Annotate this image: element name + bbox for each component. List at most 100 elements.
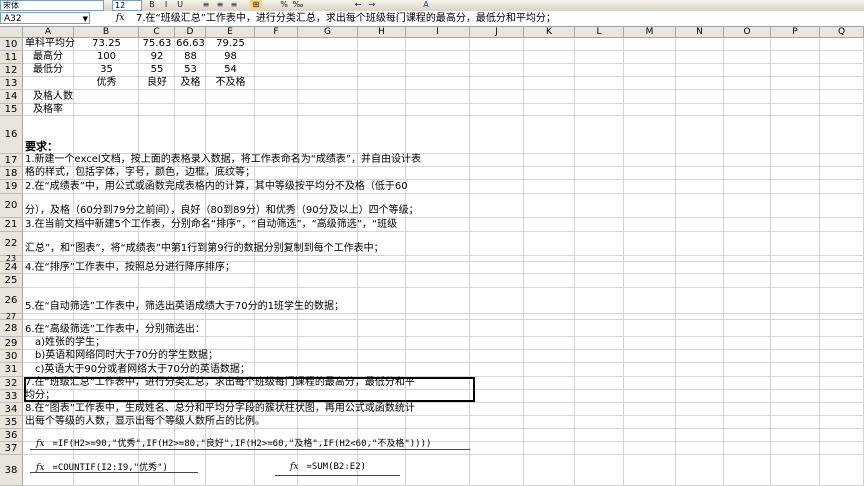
column-header-l[interactable]: L [575, 27, 624, 38]
cell-a30[interactable]: b)英语和网络同时大于70分的学生数据； [35, 350, 218, 362]
row-header-24[interactable]: 24 [0, 262, 23, 274]
font-size-select[interactable]: 12 [112, 0, 142, 11]
sum-formula-text: =SUM(B2:E2) [306, 462, 367, 472]
cell-d10[interactable]: 66.63 [175, 38, 206, 50]
row-header-28[interactable]: 28 [0, 320, 23, 337]
column-header-f[interactable]: F [255, 27, 298, 38]
column-header-e[interactable]: E [206, 27, 255, 38]
align-left-button[interactable]: ≡ [200, 0, 212, 10]
cell-c13[interactable]: 良好 [139, 77, 175, 89]
column-header-b[interactable]: B [74, 27, 139, 38]
column-header-g[interactable]: G [298, 27, 358, 38]
fx-icon[interactable]: fx [116, 12, 124, 24]
cell-a16[interactable]: 要求： [25, 141, 58, 153]
underline-button[interactable]: U [174, 0, 186, 10]
row-header-11[interactable]: 11 [0, 51, 23, 64]
row-header-18[interactable]: 18 [0, 167, 23, 180]
select-all-corner[interactable] [0, 27, 23, 38]
cell-b11[interactable]: 100 [74, 51, 139, 63]
row-header-31[interactable]: 31 [0, 363, 23, 377]
decrease-indent-button[interactable]: ← [352, 0, 364, 10]
cell-a17[interactable]: 1.新建一个excel文档，按上面的表格录入数据，将工作表命名为“成绩表”，并自… [25, 154, 421, 166]
column-header-c[interactable]: C [139, 27, 175, 38]
bold-button[interactable]: B [146, 0, 158, 10]
row-header-12[interactable]: 12 [0, 64, 23, 77]
cell-a21[interactable]: 3.在当前文档中新建5个工作表，分别命名“排序”，“自动筛选”，“高级筛选”，“… [25, 219, 397, 231]
cell-c11[interactable]: 92 [139, 51, 175, 63]
column-header-h[interactable]: H [358, 27, 406, 38]
cell-b10[interactable]: 73.25 [74, 38, 139, 50]
cell-e10[interactable]: 79.25 [206, 38, 255, 50]
row-header-15[interactable]: 15 [0, 104, 23, 116]
cell-a12[interactable]: 最低分 [33, 64, 63, 76]
row-header-20[interactable]: 20 [0, 194, 23, 218]
cell-a18[interactable]: 格的样式，包括字体，字号，颜色，边框，底纹等； [25, 167, 255, 179]
row-header-16[interactable]: 16 [0, 116, 23, 154]
row-header-38[interactable]: 38 [0, 455, 23, 486]
row-header-29[interactable]: 29 [0, 337, 23, 350]
cell-a14[interactable]: 及格人数 [33, 91, 73, 103]
cell-a31[interactable]: c)英语大于90分或者网络大于70分的英语数据； [35, 364, 250, 376]
cell-c12[interactable]: 55 [139, 64, 175, 76]
cell-b13[interactable]: 优秀 [74, 77, 139, 89]
cell-e11[interactable]: 98 [206, 51, 255, 63]
row-header-17[interactable]: 17 [0, 154, 23, 167]
row-header-34[interactable]: 34 [0, 403, 23, 416]
font-name-select[interactable]: 宋体 [0, 0, 104, 11]
cell-d11[interactable]: 88 [175, 51, 206, 63]
font-color-button[interactable]: A [420, 0, 432, 10]
cell-a15[interactable]: 及格率 [33, 104, 63, 116]
percent-style-button[interactable]: % [278, 0, 290, 10]
cell-a34[interactable]: 8.在“图表”工作表中，生成姓名、总分和平均分字段的簇状柱状图，再用公式或函数统… [25, 403, 415, 415]
cell-a26[interactable]: 5.在“自动筛选”工作表中，筛选出英语成绩大于70分的1班学生的数据； [25, 301, 344, 313]
row-header-37[interactable]: 37 [0, 442, 23, 455]
cell-a22[interactable]: 汇总”，和“图表”，将“成绩表”中第1行到第9行的数据分别复制到每个工作表中； [25, 243, 384, 255]
row-header-36[interactable]: 36 [0, 429, 23, 442]
cell-a28[interactable]: 6.在“高级筛选”工作表中，分别筛选出： [25, 324, 205, 336]
cell-d13[interactable]: 及格 [175, 77, 206, 89]
cell-a24[interactable]: 4.在“排序”工作表中，按照总分进行降序排序； [25, 262, 235, 274]
align-center-button[interactable]: ≡ [214, 0, 226, 10]
column-header-i[interactable]: I [406, 27, 470, 38]
row-header-26[interactable]: 26 [0, 288, 23, 314]
row-header-13[interactable]: 13 [0, 77, 23, 90]
cell-e12[interactable]: 54 [206, 64, 255, 76]
cell-a29[interactable]: a)姓张的学生； [35, 337, 105, 349]
column-header-q[interactable]: Q [820, 27, 864, 38]
row-header-30[interactable]: 30 [0, 350, 23, 363]
column-header-j[interactable]: J [470, 27, 524, 38]
cell-a19[interactable]: 2.在“成绩表”中，用公式或函数完成表格内的计算，其中等级按平均分不及格（低于6… [25, 181, 408, 193]
merge-center-button[interactable]: ⊞ [250, 0, 262, 10]
row-header-14[interactable]: 14 [0, 90, 23, 104]
column-header-m[interactable]: M [624, 27, 676, 38]
cell-b12[interactable]: 35 [74, 64, 139, 76]
cell-a11[interactable]: 最高分 [33, 51, 63, 63]
column-header-n[interactable]: N [676, 27, 724, 38]
row-header-19[interactable]: 19 [0, 180, 23, 194]
italic-button[interactable]: I [160, 0, 172, 10]
align-right-button[interactable]: ≡ [228, 0, 240, 10]
increase-indent-button[interactable]: → [366, 0, 378, 10]
cell-c10[interactable]: 75.63 [139, 38, 175, 50]
cell-a10[interactable]: 单科平均分 [25, 38, 75, 50]
row-header-32[interactable]: 32 [0, 377, 23, 390]
column-header-o[interactable]: O [724, 27, 771, 38]
name-box[interactable]: A32 ▼ [0, 12, 90, 24]
column-header-d[interactable]: D [175, 27, 206, 38]
cell-a20[interactable]: 分），及格（60分到79分之前间），良好（80到89分）和优秀（90分及以上）四… [25, 205, 419, 217]
row-header-35[interactable]: 35 [0, 416, 23, 429]
column-header-a[interactable]: A [23, 27, 74, 38]
row-header-25[interactable]: 25 [0, 274, 23, 288]
row-header-22[interactable]: 22 [0, 232, 23, 256]
column-header-p[interactable]: P [771, 27, 820, 38]
row-header-21[interactable]: 21 [0, 218, 23, 232]
row-header-33[interactable]: 33 [0, 390, 23, 403]
cell-d12[interactable]: 53 [175, 64, 206, 76]
cell-a35[interactable]: 出每个等级的人数，显示出每个等级人数所占的比例。 [25, 416, 265, 428]
comma-style-button[interactable]: ‰ [292, 0, 304, 10]
column-header-k[interactable]: K [524, 27, 575, 38]
cell-e13[interactable]: 不及格 [206, 77, 255, 89]
formula-input[interactable]: 7.在“班级汇总”工作表中，进行分类汇总，求出每个班级每门课程的最高分，最低分和… [136, 11, 556, 26]
chevron-down-icon[interactable]: ▼ [83, 13, 88, 25]
row-header-10[interactable]: 10 [0, 38, 23, 51]
